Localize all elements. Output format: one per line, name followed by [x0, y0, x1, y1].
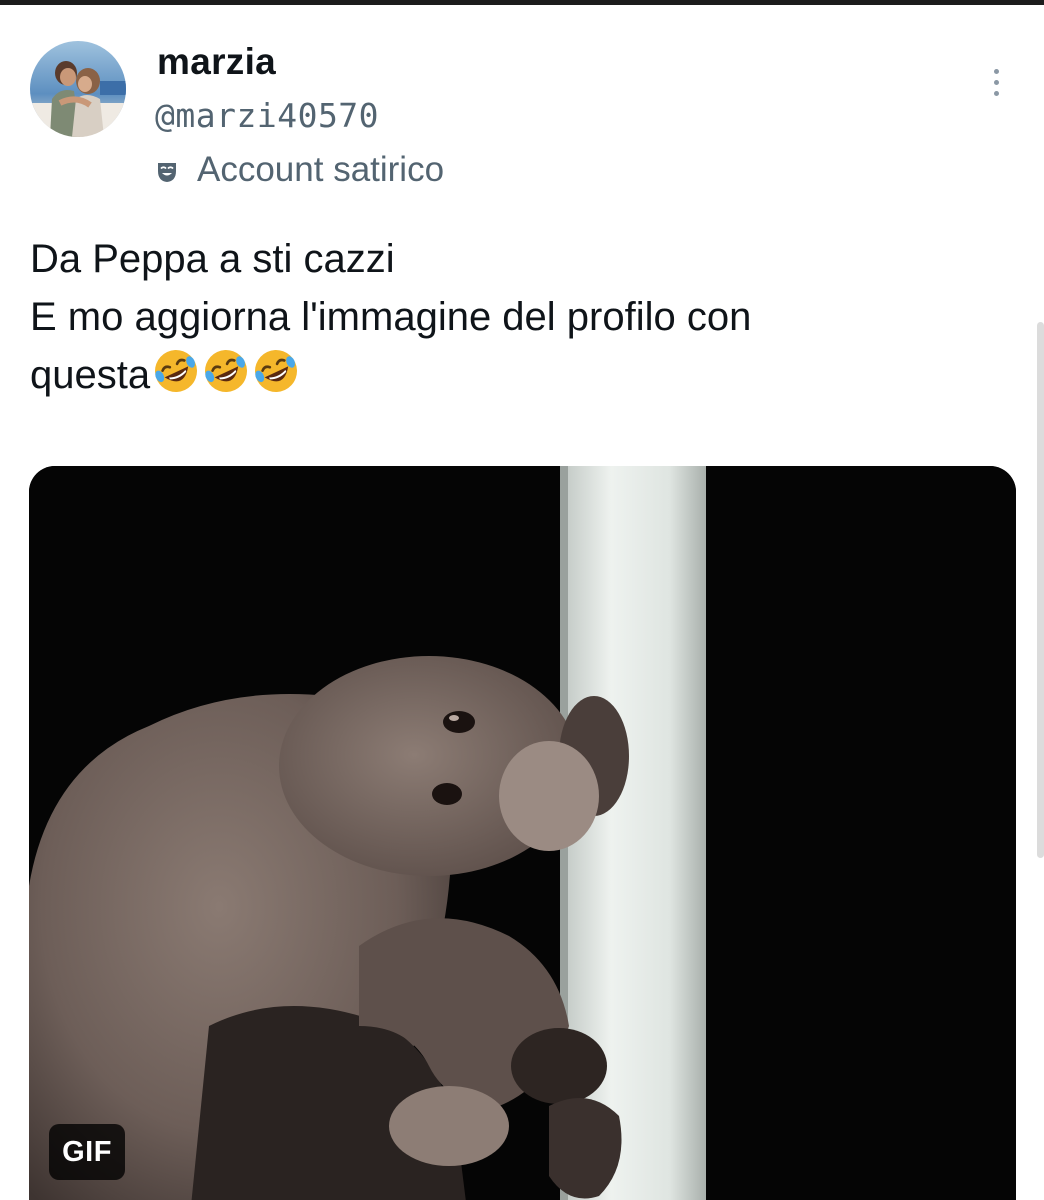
tweet-gif-media[interactable]: [29, 466, 1016, 1200]
more-options-button[interactable]: [982, 62, 1010, 102]
tweet-text-line-1: Da Peppa a sti cazzi: [30, 237, 395, 281]
comedy-mask-icon: [158, 162, 176, 182]
tweet-screenshot: marzia @marzi40570 Account satirico Da P…: [0, 0, 1044, 1200]
tweet-text-line-2: E mo aggiorna l'immagine del profilo con: [30, 295, 752, 339]
tweet-text-line-3: questa: [30, 346, 1010, 404]
account-label-text: Account satirico: [197, 150, 445, 189]
tweet-text-line-3-text: questa: [30, 350, 300, 397]
handle[interactable]: @marzi40570: [155, 94, 379, 138]
account-label[interactable]: Account satirico: [155, 148, 444, 192]
gif-badge: GIF: [49, 1124, 125, 1180]
display-name[interactable]: marzia: [157, 40, 276, 84]
rolling-laughing-emoji-icon: [155, 350, 198, 392]
top-divider: [0, 0, 1044, 5]
handle-text[interactable]: @marzi40570: [155, 96, 379, 135]
rolling-laughing-emoji-icon: [255, 350, 298, 392]
gif-frame-monkey: [29, 466, 1016, 1200]
more-vertical-icon-dot-2: [993, 79, 999, 85]
rolling-laughing-emoji-icon: [205, 350, 248, 392]
more-vertical-icon-dot-3: [993, 90, 999, 96]
avatar[interactable]: [30, 41, 126, 137]
more-vertical-icon-dot-1: [993, 68, 999, 74]
scrollbar[interactable]: [1037, 322, 1044, 858]
tweet-text-fragment: questa: [30, 353, 151, 397]
tweet-text: Da Peppa a sti cazzi E mo aggiorna l'imm…: [30, 230, 1010, 404]
